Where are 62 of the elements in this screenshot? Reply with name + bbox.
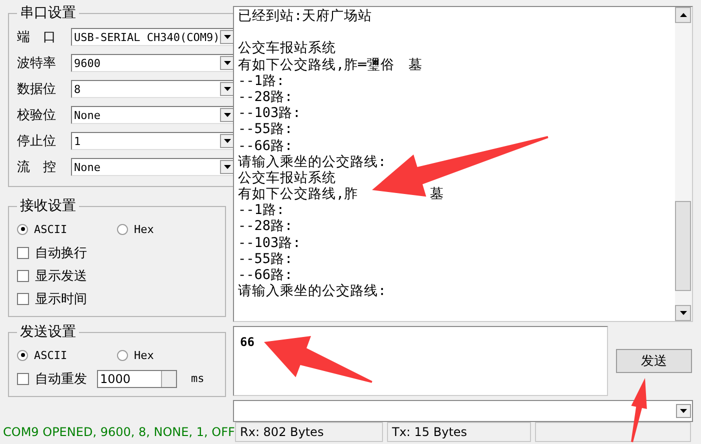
dropdown-arrow-icon [224,165,231,169]
received-line: --103路: [238,105,302,122]
received-line: --103路: [238,234,302,251]
received-line: 有如下公交路线,胙═瓕俗 墓 [238,56,424,73]
radio-button[interactable] [117,350,128,360]
received-line: --1路: [238,72,286,89]
history-dropdown[interactable] [233,400,693,422]
dropdown-arrow-icon [680,409,687,413]
received-line: --28路: [238,88,294,106]
checkbox[interactable] [17,372,29,384]
field-label: 停止位 [17,133,57,150]
field-label: 端 口 [17,29,57,46]
radio-option[interactable]: ASCII [17,222,117,236]
dropdown-arrow-icon [224,61,231,65]
annotation-arrow [631,378,647,442]
send-button[interactable]: 发送 [616,349,692,373]
checkbox-option[interactable]: 显示发送 [17,264,217,287]
field-label: 流 控 [17,159,57,176]
received-line: 公交车报站系统 [238,40,337,57]
dropdown-arrow-icon [224,113,231,117]
received-line: 已经到站:天府广场站 [238,8,374,24]
dropdown-arrow-icon [224,35,231,39]
send-input-field[interactable]: 66 [233,326,608,396]
received-line: --55路: [238,121,294,138]
received-line: 请输入乘坐的公交路线: [238,283,388,300]
radio-option[interactable]: Hex [117,222,217,236]
radio-button[interactable] [17,224,28,234]
received-line: 公交车报站系统 [238,170,337,186]
interval-spinbox[interactable]: 1000 [97,370,177,388]
group-title: 串口设置 [19,4,77,22]
tx-counter: Tx: 15 Bytes [387,422,531,442]
scroll-down-arrow-icon [680,311,686,315]
radio-button[interactable] [117,224,128,234]
received-line: --1路: [238,202,286,218]
dropdown-arrow-icon [224,139,231,143]
checkbox[interactable] [17,246,29,258]
radio-option[interactable]: ASCII [17,348,117,362]
receive-text-area[interactable]: 已经到站:天府广场站 公交车报站系统 有如下公交路线,胙═瓕俗 墓 --1路: --28路: --103路: --55路: --66路: 请输入乘坐的公交路线: 公交车报站系统 有如下公交路线,胙 墓 --1路: --28路: --103路: --55路: --66路: 请输入乘坐的公交路线: [233,6,693,322]
unit-label: ms [191,372,204,385]
checkbox[interactable] [17,270,29,282]
checkbox-option[interactable]: 显示时间 [17,287,217,310]
checkbox[interactable] [17,292,29,304]
radio-button[interactable] [17,350,28,360]
field-label: 校验位 [17,107,57,124]
received-line: 请输入乘坐的公交路线: [238,154,388,170]
group-title: 发送设置 [19,323,77,341]
received-line: --66路: [238,267,294,284]
dropdown-arrow-icon [224,87,231,91]
group-title: 接收设置 [19,197,77,215]
received-line: --55路: [238,250,294,267]
checkbox-option[interactable]: 自动重发 [17,367,87,390]
scrollbar[interactable] [675,7,692,321]
field-label: 波特率 [17,55,57,72]
received-text-fragment: 墓 [430,186,444,202]
received-line: --66路: [238,138,294,154]
radio-option[interactable]: Hex [117,348,217,362]
field-label: 数据位 [17,81,57,98]
checkbox-option[interactable]: 自动换行 [17,241,217,264]
received-line: 有如下公交路线,胙 [238,186,358,202]
received-line: --28路: [238,218,294,235]
rx-counter: Rx: 802 Bytes [235,422,383,442]
scroll-up-arrow-icon [680,13,686,17]
